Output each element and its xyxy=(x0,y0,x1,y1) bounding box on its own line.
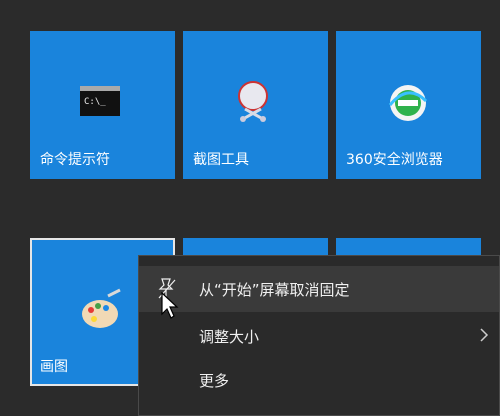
tile-label: 360安全浏览器 xyxy=(346,152,443,168)
tile-label: 命令提示符 xyxy=(40,152,110,168)
menu-item-label: 调整大小 xyxy=(199,328,260,346)
tile-command-prompt[interactable]: C:\_ 命令提示符 xyxy=(30,31,175,179)
menu-item-more[interactable]: 更多 xyxy=(139,357,499,403)
menu-item-label: 更多 xyxy=(199,372,230,390)
menu-item-unpin[interactable]: 从“开始”屏幕取消固定 xyxy=(139,266,499,312)
tile-label: 截图工具 xyxy=(193,152,249,168)
cmd-icon: C:\_ xyxy=(80,86,120,120)
menu-item-label: 从“开始”屏幕取消固定 xyxy=(199,281,350,299)
svg-text:C:\_: C:\_ xyxy=(84,97,106,107)
tile-360-browser[interactable]: 360安全浏览器 xyxy=(336,31,481,179)
snipping-tool-icon xyxy=(233,79,277,127)
tile-snipping-tool[interactable]: 截图工具 xyxy=(183,31,328,179)
cursor-icon xyxy=(161,291,179,324)
context-menu: 从“开始”屏幕取消固定 调整大小 更多 xyxy=(138,255,500,416)
tile-label: 画图 xyxy=(40,359,68,375)
chevron-right-icon xyxy=(479,327,489,347)
paint-icon xyxy=(78,288,124,338)
menu-item-resize[interactable]: 调整大小 xyxy=(139,313,499,359)
360-browser-icon xyxy=(386,81,430,129)
